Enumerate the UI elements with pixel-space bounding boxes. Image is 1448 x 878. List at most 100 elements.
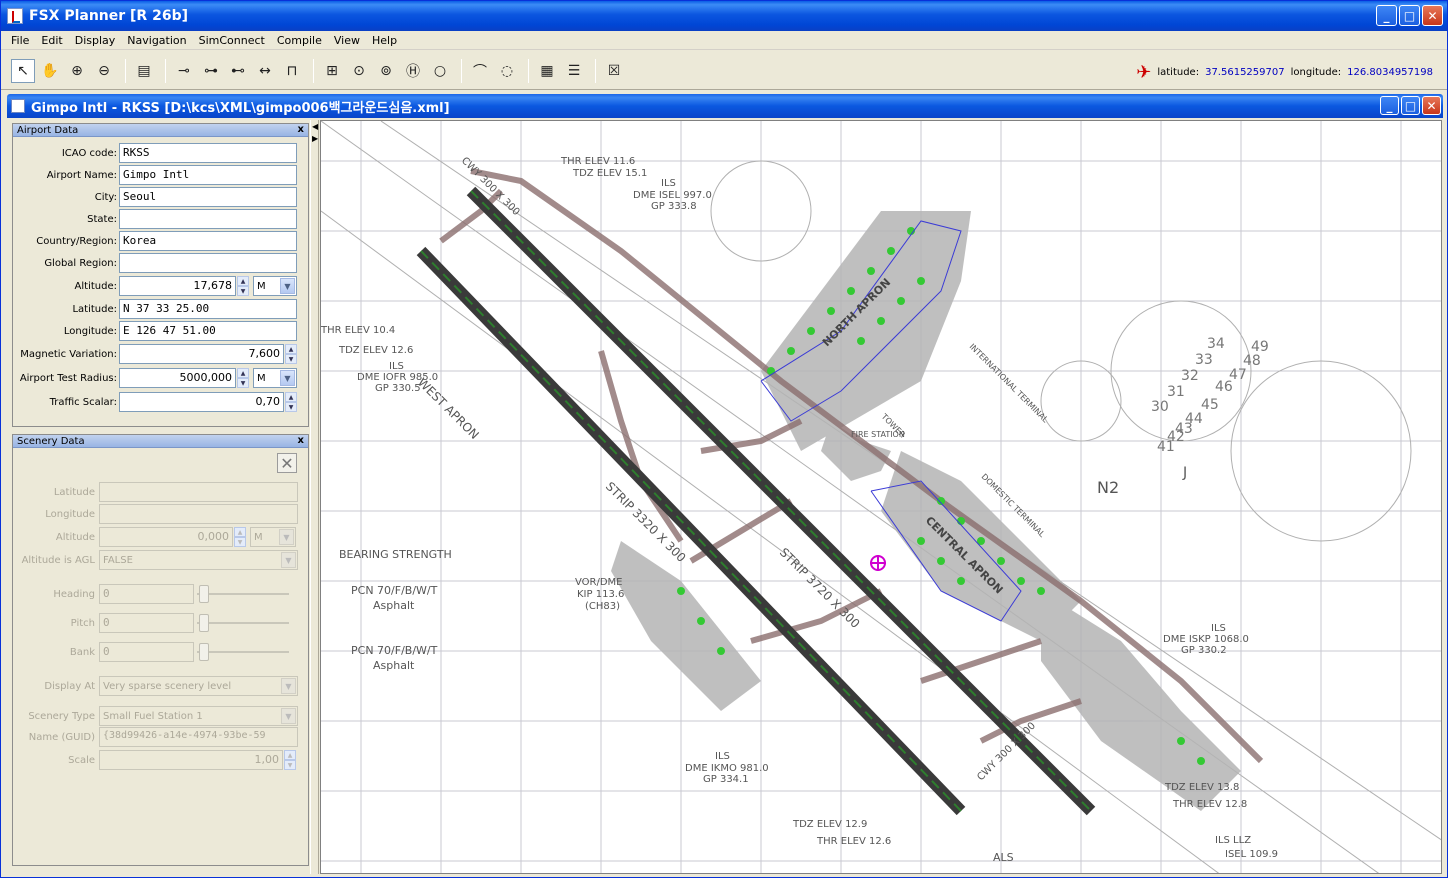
menu-view[interactable]: View [328,34,366,47]
panel-splitter[interactable]: ◀ ▶ [310,120,319,874]
magvar-spinner[interactable]: ▲ ▼ [285,344,297,364]
scenery-panel-close-icon[interactable]: x [298,435,304,446]
menu-navigation[interactable]: Navigation [121,34,192,47]
taxi-sign-icon[interactable]: ⊓ [280,59,304,83]
start-icon[interactable]: ⊙ [347,59,371,83]
traffic-field[interactable]: 0,70 [119,392,284,412]
maximize-button[interactable]: □ [1399,5,1420,26]
fence-icon[interactable]: ☰ [562,59,586,83]
scn-pitch-field[interactable]: 0 [99,613,194,633]
circle-icon[interactable]: ○ [428,59,452,83]
runway-icon[interactable]: ⊞ [320,59,344,83]
airport-name-field[interactable]: Gimpo Intl [119,165,297,185]
city-field[interactable]: Seoul [119,187,297,207]
selected-object-marker[interactable] [870,555,886,571]
state-field[interactable] [119,209,297,229]
scn-display-row: Display At Very sparse scenery level ▼ [13,676,298,696]
radius-spinner[interactable]: ▲ ▼ [237,368,249,388]
helipad-icon[interactable]: Ⓗ [401,59,425,83]
scn-scale-spinner[interactable]: ▲ ▼ [284,750,296,770]
scn-guid-field[interactable]: {38d99426-a14e-4974-93be-59 [99,727,298,747]
scn-altitude-spinner[interactable]: ▲ ▼ [234,527,246,547]
chevron-down-icon[interactable]: ▼ [281,678,296,694]
longitude-label: Longitude: [63,325,117,337]
doc-minimize-button[interactable]: _ [1380,96,1399,115]
scn-altitude-unit-select[interactable]: M ▼ [250,527,296,547]
asphalt-label-2: Asphalt [373,659,415,672]
map-drawing[interactable]: BEARING STRENGTH PCN 70/F/B/W/T Asphalt … [321,121,1442,874]
delete-scenery-button[interactable]: ✕ [277,453,297,473]
vor-icon[interactable]: ⊸ [172,59,196,83]
menu-help[interactable]: Help [366,34,403,47]
light-icon[interactable]: ◌ [495,59,519,83]
doc-maximize-button[interactable]: □ [1401,96,1420,115]
delete-icon[interactable]: ☒ [602,59,626,83]
scn-agl-select[interactable]: FALSE ▼ [99,550,298,570]
menu-simconnect[interactable]: SimConnect [193,34,271,47]
country-label: Country/Region: [36,235,117,247]
menu-display[interactable]: Display [69,34,122,47]
ils-icon[interactable]: ⊶ [199,59,223,83]
zoom-in-icon[interactable]: ⊕ [65,59,89,83]
state-label: State: [87,213,117,225]
minimize-button[interactable]: _ [1376,5,1397,26]
latitude-label: latitude: [1157,67,1200,78]
scn-display-select[interactable]: Very sparse scenery level ▼ [99,676,298,696]
chevron-down-icon[interactable]: ▼ [280,278,295,294]
scn-bank-label: Bank [69,646,95,658]
country-field[interactable]: Korea [119,231,297,251]
chevron-down-icon[interactable]: ▼ [280,370,295,386]
altitude-unit-select[interactable]: M ▼ [253,276,297,296]
menu-file[interactable]: File [5,34,35,47]
traffic-spinner[interactable]: ▲ ▼ [285,392,297,412]
airport-data-panel: Airport Data x ICAO code: RKSS Airport N… [12,123,309,427]
altitude-spinner[interactable]: ▲ ▼ [237,276,249,296]
scn-heading-field[interactable]: 0 [99,584,194,604]
bank-slider[interactable] [197,642,289,662]
airport-panel-close-icon[interactable]: x [298,124,304,135]
select-tool-icon[interactable]: ↖ [11,58,35,83]
menu-edit[interactable]: Edit [35,34,68,47]
scn-altitude-field[interactable]: 0,000 [99,527,233,547]
scn-scale-field[interactable]: 1,00 [99,750,283,770]
scn-type-label: Scenery Type [28,710,95,722]
dme-right-label: DME ISKP 1068.0 [1163,634,1249,645]
radius-unit-select[interactable]: M ▼ [253,368,297,388]
chevron-down-icon[interactable]: ▼ [281,552,296,568]
global-region-field[interactable] [119,253,297,273]
doc-close-button[interactable]: ✕ [1422,96,1441,115]
latitude-field[interactable]: N 37 33 25.00 [119,299,297,319]
heading-slider[interactable] [197,584,289,604]
magvar-field[interactable]: 7,600 [119,344,284,364]
global-region-row: Global Region: [13,253,297,273]
pitch-slider[interactable] [197,613,289,633]
scn-longitude-field[interactable] [99,504,298,524]
menu-compile[interactable]: Compile [271,34,328,47]
scn-type-select[interactable]: Small Fuel Station 1 ▼ [99,706,298,726]
ndb-icon[interactable]: ⊷ [226,59,250,83]
airport-map-canvas[interactable]: BEARING STRENGTH PCN 70/F/B/W/T Asphalt … [320,120,1442,874]
scn-latitude-field[interactable] [99,482,298,502]
airport-name-label: Airport Name: [46,169,117,181]
properties-icon[interactable]: ▤ [132,59,156,83]
expand-right-icon[interactable]: ▶ [312,134,318,143]
longitude-field[interactable]: E 126 47 51.00 [119,321,297,341]
altitude-field[interactable]: 17,678 [119,276,236,296]
zoom-out-icon[interactable]: ⊖ [92,59,116,83]
chevron-down-icon[interactable]: ▼ [281,708,296,724]
collapse-left-icon[interactable]: ◀ [312,122,318,131]
windsock-icon[interactable]: ⌒ [468,59,492,83]
close-button[interactable]: ✕ [1422,5,1443,26]
pan-tool-icon[interactable]: ✋ [38,59,62,83]
radius-row: Airport Test Radius: 5000,000 ▲ ▼ M ▼ [13,368,297,388]
ils-llz-label: ILS LLZ [1215,835,1251,846]
scn-agl-row: Altitude is AGL FALSE ▼ [13,550,298,570]
scn-bank-field[interactable]: 0 [99,642,194,662]
parking-icon[interactable]: ⊚ [374,59,398,83]
radius-field[interactable]: 5000,000 [119,368,236,388]
icao-field[interactable]: RKSS [119,143,297,163]
chevron-down-icon[interactable]: ▼ [279,529,294,545]
marker-icon[interactable]: ↔ [253,59,277,83]
apron-icon[interactable]: ▦ [535,59,559,83]
pcn-label-1: PCN 70/F/B/W/T [351,584,438,597]
